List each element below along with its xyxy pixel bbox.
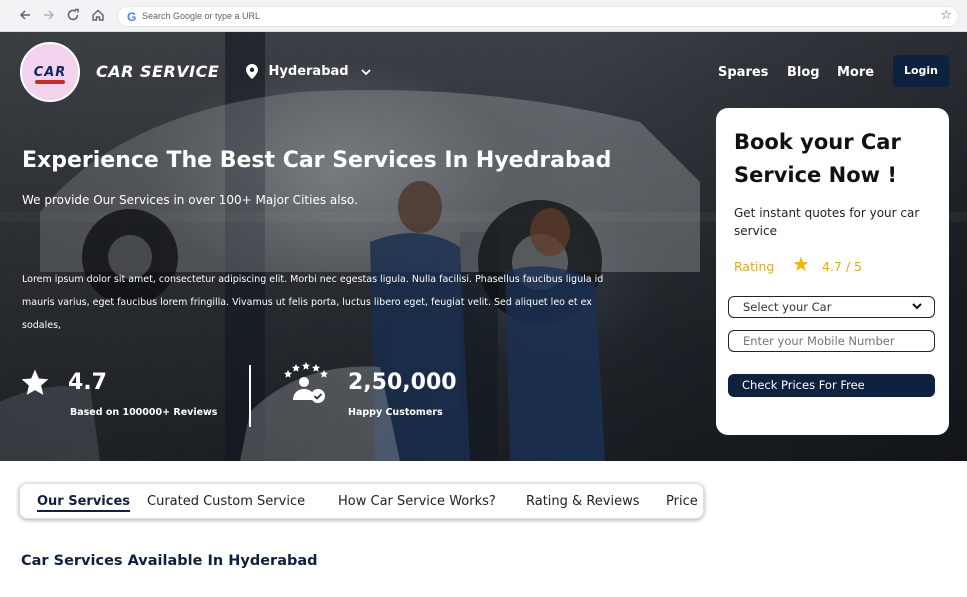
mobile-number-input[interactable] xyxy=(728,330,935,352)
tab-rating-reviews[interactable]: Rating & Reviews xyxy=(526,494,639,509)
back-arrow-icon[interactable] xyxy=(17,8,33,24)
login-button[interactable]: Login xyxy=(893,55,949,87)
car-select-value: Select your Car xyxy=(743,300,832,314)
nav-spares[interactable]: Spares xyxy=(718,65,768,80)
happy-customers-icon xyxy=(280,362,328,408)
rating-stat-label: Based on 100000+ Reviews xyxy=(70,407,218,418)
stats-divider xyxy=(249,365,251,427)
nav-blog[interactable]: Blog xyxy=(787,65,820,80)
home-icon[interactable] xyxy=(90,8,106,24)
tab-how-car-service-works[interactable]: How Car Service Works? xyxy=(338,494,496,509)
nav-more[interactable]: More xyxy=(837,65,874,80)
rating-label: Rating xyxy=(734,259,775,274)
customers-stat-value: 2,50,000 xyxy=(348,370,457,395)
google-icon: G xyxy=(127,10,137,24)
chevron-down-icon xyxy=(361,68,371,75)
check-prices-button[interactable]: Check Prices For Free xyxy=(728,374,935,397)
booking-title: Book your Car Service Now ! xyxy=(734,130,901,187)
section-tabs: Our Services Curated Custom Service How … xyxy=(19,483,704,519)
chevron-down-icon xyxy=(912,303,922,310)
star-icon xyxy=(18,367,52,403)
tab-our-services[interactable]: Our Services xyxy=(37,494,131,512)
location-label: Hyderabad xyxy=(268,64,349,79)
rating-value: 4.7 / 5 xyxy=(822,259,862,274)
logo-swoosh xyxy=(35,80,65,84)
location-pin-icon xyxy=(246,64,258,79)
booking-description: Get instant quotes for your car service xyxy=(734,206,920,238)
hero-subtitle: We provide Our Services in over 100+ Maj… xyxy=(22,193,358,207)
forward-arrow-icon[interactable] xyxy=(41,8,57,24)
browser-toolbar: G Search Google or type a URL ☆ xyxy=(0,0,967,32)
logo-text: CAR xyxy=(33,65,67,80)
hero-title: Experience The Best Car Services In Hyed… xyxy=(22,148,612,173)
reload-icon[interactable] xyxy=(65,8,81,24)
logo[interactable]: CAR xyxy=(20,42,80,102)
bookmark-star-icon[interactable]: ☆ xyxy=(940,8,952,23)
customers-stat-label: Happy Customers xyxy=(348,407,443,418)
tab-price[interactable]: Price xyxy=(666,494,698,509)
location-selector[interactable]: Hyderabad xyxy=(246,64,371,84)
car-select-dropdown[interactable]: Select your Car xyxy=(728,296,935,318)
rating-star-icon: ★ xyxy=(792,252,810,276)
tab-curated-custom-service[interactable]: Curated Custom Service xyxy=(147,494,305,509)
booking-card: Book your Car Service Now ! Get instant … xyxy=(716,108,949,435)
address-bar[interactable]: G Search Google or type a URL ☆ xyxy=(117,6,959,27)
address-bar-placeholder: Search Google or type a URL xyxy=(142,11,261,21)
rating-stat-value: 4.7 xyxy=(68,370,107,395)
hero-body-text: Lorem ipsum dolor sit amet, consectetur … xyxy=(22,274,604,331)
brand-name[interactable]: CAR SERVICE xyxy=(96,62,219,81)
section-title: Car Services Available In Hyderabad xyxy=(21,553,318,569)
